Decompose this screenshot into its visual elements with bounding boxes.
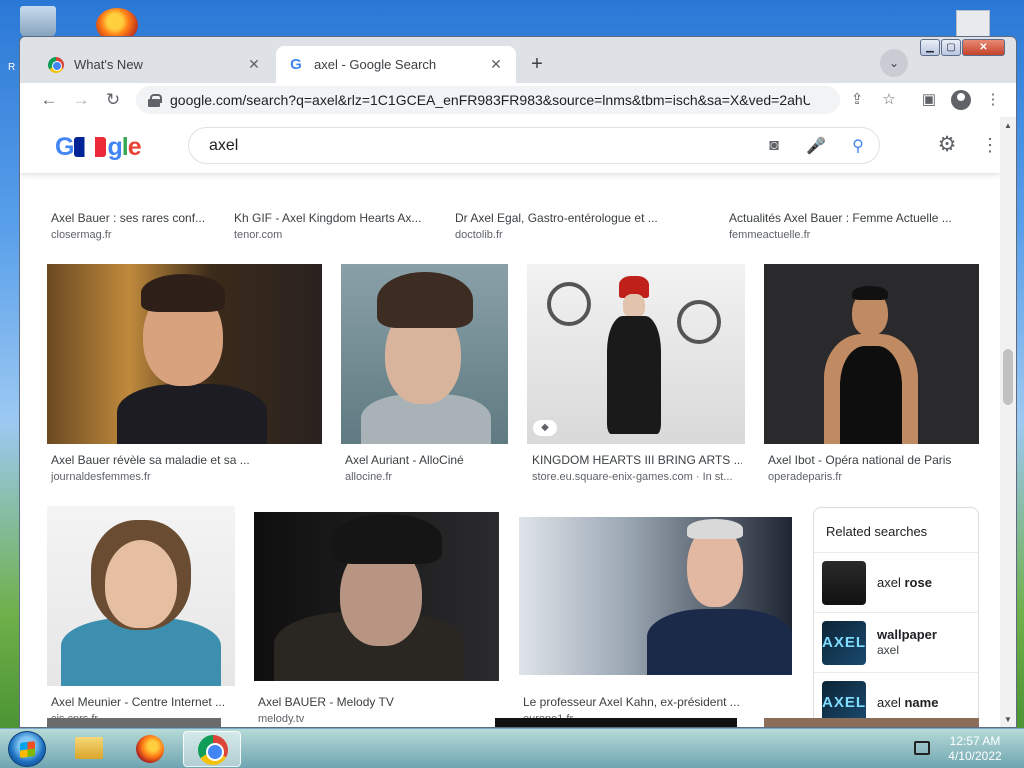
start-button[interactable]	[8, 731, 46, 767]
tab-strip: What's New ✕ G axel - Google Search ✕ + …	[20, 37, 1016, 83]
clock-date: 4/10/2022	[948, 749, 1002, 763]
result-title[interactable]: Axel Bauer : ses rares conf...	[51, 211, 211, 225]
related-label: wallpaper	[877, 627, 937, 642]
system-clock[interactable]: 12:57 AM 4/10/2022	[940, 734, 1010, 764]
google-header: Ggle axel ◙ 🎤 ⚲ ⚙ ⋮⋮	[20, 117, 1000, 173]
chrome-icon	[198, 735, 228, 765]
image-result-partial[interactable]	[764, 718, 979, 727]
side-panel-icon[interactable]: ▣	[916, 87, 942, 113]
scroll-up-arrow-icon[interactable]: ▲	[1003, 121, 1013, 130]
tab-search-chevron-icon[interactable]: ⌄	[880, 49, 908, 77]
result-source[interactable]: melody.tv	[258, 713, 304, 725]
search-box[interactable]: axel ◙ 🎤 ⚲	[188, 127, 880, 164]
result-title[interactable]: Kh GIF - Axel Kingdom Hearts Ax...	[234, 211, 434, 225]
folder-icon	[75, 737, 103, 759]
camera-icon[interactable]: ◙	[753, 137, 795, 155]
reload-icon[interactable]: ↻	[100, 87, 126, 113]
result-title[interactable]: Dr Axel Egal, Gastro-entérologue et ...	[455, 211, 675, 225]
new-tab-button[interactable]: +	[523, 51, 551, 79]
result-source[interactable]: allocine.fr	[345, 471, 392, 483]
forward-arrow-icon[interactable]: →	[68, 87, 94, 113]
related-label: axel rose	[877, 575, 932, 590]
url-text[interactable]: google.com/search?q=axel&rlz=1C1GCEA_enF…	[170, 92, 810, 108]
microphone-icon[interactable]: 🎤	[795, 136, 837, 156]
vertical-scrollbar[interactable]: ▲ ▼	[1000, 117, 1016, 727]
result-title[interactable]: Axel Bauer révèle sa maladie et sa ...	[51, 453, 311, 467]
tab-title: What's New	[74, 57, 143, 72]
tab-google-search[interactable]: G axel - Google Search ✕	[276, 46, 516, 83]
google-doodle-logo[interactable]: Ggle	[55, 133, 142, 162]
related-label: axel name	[877, 695, 939, 710]
share-icon[interactable]: ⇪	[844, 87, 870, 113]
related-sublabel: axel	[877, 643, 900, 657]
taskbar-explorer[interactable]	[60, 731, 118, 767]
result-source[interactable]: closermag.fr	[51, 229, 112, 241]
result-source[interactable]: journaldesfemmes.fr	[51, 471, 151, 483]
image-result-axel-auriant[interactable]	[341, 264, 508, 444]
result-source[interactable]: doctolib.fr	[455, 229, 503, 241]
result-title[interactable]: Axel BAUER - Melody TV	[258, 695, 488, 709]
browser-toolbar: ← → ↻ google.com/search?q=axel&rlz=1C1GC…	[20, 83, 1016, 117]
related-searches-title: Related searches	[826, 524, 928, 539]
address-bar[interactable]: google.com/search?q=axel&rlz=1C1GCEA_enF…	[136, 86, 840, 114]
image-result-kingdom-hearts[interactable]: ◆	[527, 264, 745, 444]
result-title[interactable]: Le professeur Axel Kahn, ex-président ..…	[523, 695, 753, 709]
result-source[interactable]: femmeactuelle.fr	[729, 229, 810, 241]
related-thumbnail	[822, 561, 866, 605]
result-source[interactable]: store.eu.square-enix-games.com · In st..…	[532, 471, 742, 483]
close-tab-icon[interactable]: ✕	[488, 56, 504, 73]
result-title[interactable]: Axel Auriant - AlloCiné	[345, 453, 505, 467]
chrome-icon	[48, 56, 64, 73]
back-arrow-icon[interactable]: ←	[36, 87, 62, 113]
lock-icon	[148, 93, 162, 107]
bookmark-star-icon[interactable]: ☆	[876, 87, 902, 113]
tab-title: axel - Google Search	[314, 57, 437, 72]
image-result-axel-bauer[interactable]	[47, 264, 322, 444]
image-result-partial[interactable]	[47, 718, 221, 727]
scroll-down-arrow-icon[interactable]: ▼	[1003, 715, 1013, 724]
taskbar-chrome[interactable]	[183, 731, 241, 767]
related-thumbnail: AXEL	[822, 621, 866, 665]
profile-icon[interactable]	[948, 87, 974, 113]
search-icon[interactable]: ⚲	[837, 136, 879, 156]
google-images-page: Ggle axel ◙ 🎤 ⚲ ⚙ ⋮⋮ Axel Bauer : ses ra…	[20, 117, 1000, 727]
clock-time: 12:57 AM	[949, 734, 1001, 748]
close-tab-icon[interactable]: ✕	[246, 56, 262, 73]
image-result-axel-ibot[interactable]	[764, 264, 979, 444]
desktop-label-fragment: R	[8, 62, 16, 73]
result-title[interactable]: KINGDOM HEARTS III BRING ARTS ...	[532, 453, 742, 467]
image-result-axel-bauer-melody[interactable]	[254, 512, 499, 681]
image-result-axel-kahn[interactable]	[519, 517, 792, 675]
related-item-wallpaper-axel[interactable]: AXEL wallpaper axel	[814, 612, 978, 672]
windows-taskbar: 12:57 AM 4/10/2022	[0, 728, 1024, 768]
firefox-icon	[136, 735, 164, 763]
image-result-partial[interactable]	[495, 718, 737, 727]
tag-icon: ◆	[533, 420, 557, 436]
chrome-window: ▁ ▢ ✕ What's New ✕ G axel - Google Searc…	[19, 36, 1017, 728]
result-title[interactable]: Axel Meunier - Centre Internet ...	[51, 695, 231, 709]
recycle-bin-icon[interactable]	[20, 6, 56, 38]
google-icon: G	[290, 55, 302, 73]
search-input[interactable]: axel	[209, 137, 753, 155]
network-icon[interactable]	[914, 741, 930, 755]
taskbar-firefox[interactable]	[121, 731, 179, 767]
scrollbar-thumb[interactable]	[1003, 349, 1013, 405]
chrome-menu-icon[interactable]: ⋮	[980, 87, 1006, 113]
result-title[interactable]: Actualités Axel Bauer : Femme Actuelle .…	[729, 211, 969, 225]
apps-grid-icon[interactable]: ⋮⋮	[981, 133, 1000, 157]
result-title[interactable]: Axel Ibot - Opéra national de Paris	[768, 453, 978, 467]
related-searches-card: Related searches axel rose AXEL wallpape…	[813, 507, 979, 727]
related-item-axel-rose[interactable]: axel rose	[814, 552, 978, 612]
settings-gear-icon[interactable]: ⚙	[935, 133, 959, 157]
tab-whats-new[interactable]: What's New ✕	[36, 46, 274, 83]
result-source[interactable]: tenor.com	[234, 229, 282, 241]
result-source[interactable]: operadeparis.fr	[768, 471, 842, 483]
image-result-axel-meunier[interactable]	[47, 506, 235, 686]
